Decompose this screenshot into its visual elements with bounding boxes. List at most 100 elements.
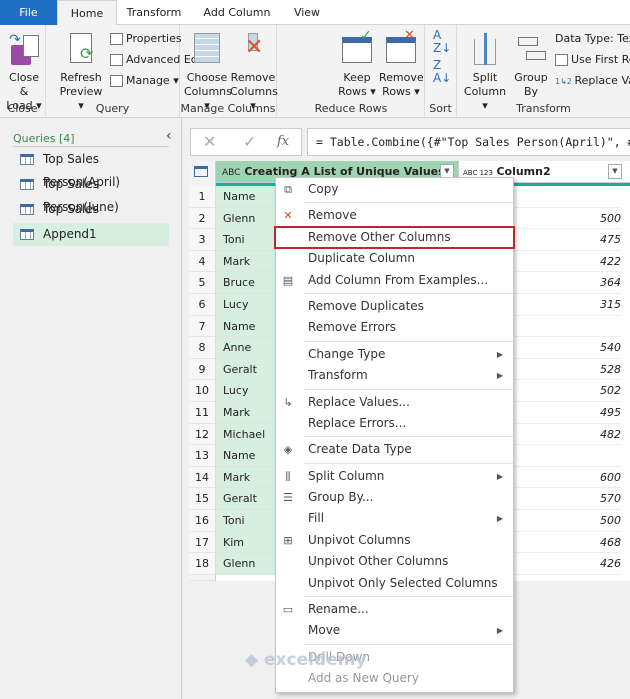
- use-first-row-button[interactable]: Use First Ro: [555, 52, 630, 68]
- menu-item-unpivot-columns[interactable]: ⊞ Unpivot Columns: [276, 530, 513, 551]
- row-number: 18: [189, 553, 216, 575]
- remove-columns-button[interactable]: ✕ Remove Columns ▾: [230, 31, 278, 113]
- menu-item-unpivot-only-selected-columns[interactable]: Unpivot Only Selected Columns: [276, 573, 513, 594]
- query-label: Append1: [43, 227, 97, 241]
- menu-item-copy[interactable]: ⧉ Copy: [276, 179, 513, 200]
- group-by-icon: ☰: [283, 491, 293, 505]
- query-item[interactable]: Append1: [13, 223, 169, 246]
- submenu-arrow-icon: ▶: [496, 371, 503, 381]
- tab-add-column[interactable]: Add Column: [196, 0, 278, 25]
- formula-bar: ✕ ✓ fx = Table.Combine({#"Top Sales Pers…: [190, 128, 630, 156]
- remove-rows-button[interactable]: ✕ Remove Rows ▾: [379, 29, 424, 99]
- row-number: 6: [189, 294, 216, 316]
- menu-item-group-by[interactable]: ☰ Group By...: [276, 487, 513, 508]
- split-column-button[interactable]: Split Column ▾: [461, 31, 509, 113]
- menu-item-duplicate-column[interactable]: Duplicate Column: [276, 248, 513, 269]
- row-number: 10: [189, 380, 216, 402]
- ribbon-tabs: File Home Transform Add Column View: [0, 0, 630, 26]
- menu-item-add-as-new-query[interactable]: Add as New Query: [276, 668, 513, 689]
- menu-item-move[interactable]: Move ▶: [276, 620, 513, 641]
- menu-item-split-column[interactable]: ⫼ Split Column ▶: [276, 466, 513, 487]
- tab-file[interactable]: File: [0, 0, 57, 25]
- properties-icon: [110, 33, 123, 45]
- sort-descending-icon[interactable]: Z A↓: [433, 59, 451, 85]
- menu-item-remove[interactable]: ✕ Remove: [276, 205, 513, 226]
- menu-separator: [304, 643, 513, 645]
- menu-item-fill[interactable]: Fill ▶: [276, 508, 513, 529]
- any-type-icon[interactable]: ABC 123: [459, 169, 493, 177]
- cancel-icon[interactable]: ✕: [203, 132, 216, 151]
- menu-item-remove-duplicates[interactable]: Remove Duplicates: [276, 296, 513, 317]
- submenu-arrow-icon: ▶: [496, 349, 503, 359]
- table-icon: [194, 166, 208, 177]
- row-number: 1: [189, 186, 216, 208]
- keep-rows-button[interactable]: ✓ Keep Rows ▾: [337, 29, 377, 99]
- group-close: ↷ Close & Load ▾ Close: [0, 25, 46, 118]
- table-icon: [20, 179, 34, 190]
- advanced-editor-icon: [110, 54, 123, 66]
- sort-ascending-icon[interactable]: A Z↓: [433, 29, 451, 55]
- group-transform: SplitColumn ▾ GroupBy Data Type: Text Us…: [457, 25, 630, 118]
- row-number: 14: [189, 466, 216, 489]
- menu-item-remove-errors[interactable]: Remove Errors: [276, 317, 513, 338]
- properties-button[interactable]: Properties: [110, 31, 182, 47]
- submenu-arrow-icon: ▶: [496, 514, 503, 524]
- menu-item-replace-errors[interactable]: Replace Errors...: [276, 413, 513, 434]
- group-by-button[interactable]: Group By: [511, 31, 551, 99]
- rename-icon: ▭: [282, 603, 294, 617]
- queries-pane: Queries [4] ‹ Top Sales Person(April) Top…: [0, 118, 182, 699]
- replace-icon: ↳: [283, 395, 293, 409]
- replace-values-button[interactable]: 1↳2 Replace Val: [555, 73, 630, 90]
- group-sort: A Z↓ Z A↓ Sort: [425, 25, 457, 118]
- refresh-preview-button[interactable]: ⟳ Refresh Preview ▾: [58, 31, 104, 113]
- menu-item-unpivot-other-columns[interactable]: Unpivot Other Columns: [276, 551, 513, 572]
- menu-item-transform[interactable]: Transform ▶: [276, 365, 513, 386]
- replace-icon: 1↳2: [555, 77, 575, 86]
- watermark-logo: ◆ exceldemy: [245, 650, 367, 670]
- group-reduce-rows: ✓ Keep Rows ▾ ✕ Remove Rows ▾: [277, 25, 425, 118]
- examples-icon: ▤: [282, 273, 294, 287]
- split-column-icon: [468, 31, 502, 67]
- group-query: ⟳ Refresh Preview ▾ Properties Advanced E…: [46, 25, 216, 118]
- choose-columns-button[interactable]: Choose Columns ▾: [184, 31, 232, 113]
- query-item[interactable]: Top Sales Person(June): [13, 173, 169, 214]
- row-number: 9: [189, 358, 216, 381]
- data-type-dropdown[interactable]: Data Type: Text: [555, 31, 630, 47]
- text-type-icon[interactable]: ABC: [216, 168, 240, 178]
- row-number: 16: [189, 510, 216, 532]
- row-number: 5: [189, 272, 216, 294]
- row-number: 12: [189, 423, 216, 446]
- query-item[interactable]: Top Sales Person(May): [13, 198, 169, 239]
- remove-columns-icon: ✕: [245, 33, 264, 60]
- query-item[interactable]: Top Sales Person(April): [13, 148, 169, 189]
- context-menu: ⧉ Copy ✕ Remove Remove Other Columns Duplicat…: [274, 177, 515, 693]
- tab-transform[interactable]: Transform: [120, 0, 188, 25]
- keep-rows-icon: ✓: [340, 29, 374, 67]
- tab-view[interactable]: View: [285, 0, 329, 25]
- menu-item-create-data-type[interactable]: ◈ Create Data Type: [276, 439, 513, 460]
- menu-item-rename[interactable]: ▭ Rename...: [276, 599, 513, 620]
- close-load-icon: ↷: [7, 31, 41, 67]
- menu-separator: [304, 388, 513, 390]
- remove-icon: ✕: [283, 209, 293, 223]
- row-number: 13: [189, 445, 216, 467]
- menu-item-change-type[interactable]: Change Type ▶: [276, 344, 513, 365]
- menu-item-remove-other-columns[interactable]: Remove Other Columns: [274, 225, 515, 250]
- tab-home[interactable]: Home: [57, 0, 117, 26]
- filter-dropdown-button[interactable]: ▼: [608, 164, 622, 179]
- formula-input[interactable]: = Table.Combine({#"Top Sales Person(Apri…: [307, 128, 630, 156]
- fx-icon[interactable]: fx: [277, 134, 289, 149]
- copy-icon: ⧉: [284, 183, 292, 196]
- row-number: 2: [189, 207, 216, 230]
- menu-item-add-column-from-examples[interactable]: ▤ Add Column From Examples...: [276, 270, 513, 291]
- close-load-button[interactable]: ↷ Close & Load ▾: [4, 31, 44, 113]
- menu-separator: [304, 436, 513, 438]
- manage-button[interactable]: Manage ▾: [110, 73, 179, 89]
- menu-item-replace-values[interactable]: ↳ Replace Values...: [276, 392, 513, 413]
- collapse-pane-icon[interactable]: ‹: [166, 128, 172, 144]
- data-type-icon: ◈: [283, 443, 293, 457]
- menu-separator: [304, 340, 513, 342]
- row-number: 15: [189, 488, 216, 510]
- refresh-icon: ⟳: [64, 31, 98, 67]
- confirm-icon[interactable]: ✓: [243, 132, 256, 151]
